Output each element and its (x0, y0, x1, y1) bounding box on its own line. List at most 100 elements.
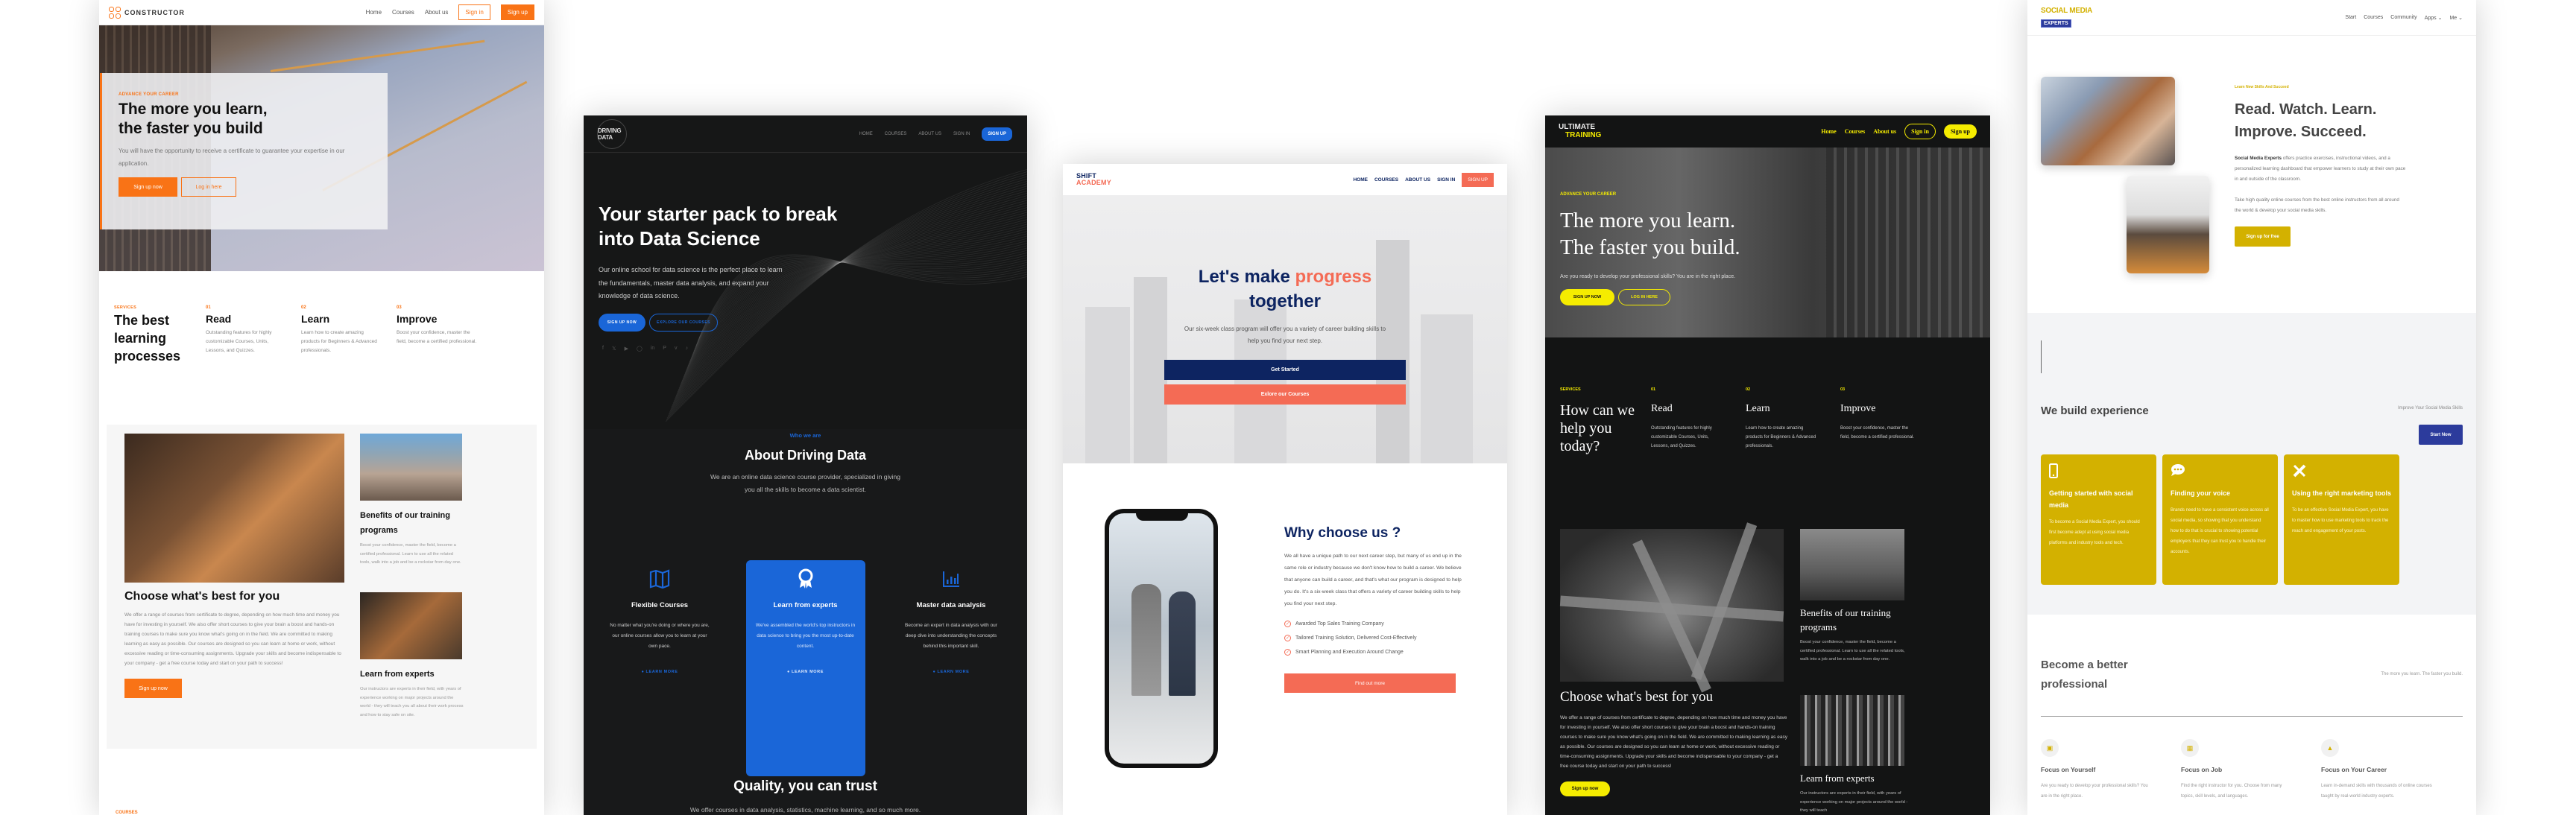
explore-courses-button[interactable]: EXPLORE OUR COURSES (649, 314, 718, 332)
brand-logo[interactable]: ULTIMATE TRAINING (1559, 123, 1601, 139)
sign-in-button[interactable]: Sign in (458, 4, 490, 20)
nav-courses[interactable]: Courses (392, 9, 414, 16)
brand-logo[interactable]: DRIVING DATA (597, 118, 627, 149)
learn-more-link[interactable]: ● LEARN MORE (600, 670, 719, 674)
features-row: Flexible Courses No matter what you're d… (600, 560, 1011, 776)
nav-menu: Start Courses Community Apps ⌄ Me ⌄ (2345, 15, 2463, 21)
sign-up-now-button[interactable]: Sign up now (1560, 781, 1610, 796)
log-in-here-button[interactable]: LOG IN HERE (1618, 289, 1670, 305)
brand-logo[interactable]: SOCIAL MEDIA EXPERTS (2041, 7, 2092, 28)
instagram-icon[interactable]: ◯ (637, 346, 643, 352)
sign-in-button[interactable]: Sign in (1904, 123, 1936, 139)
nav-home[interactable]: Home (366, 9, 382, 16)
nav-sign-in[interactable]: SIGN IN (953, 132, 970, 136)
navbar: CONSTRUCTOR Home Courses About us Sign i… (99, 0, 544, 25)
sign-up-now-button[interactable]: Sign up now (119, 177, 177, 197)
constructor-template-preview[interactable]: CONSTRUCTOR Home Courses About us Sign i… (99, 0, 544, 815)
nav-about-us[interactable]: About us (1873, 128, 1896, 135)
check-circle-icon: ✓ (1284, 649, 1291, 656)
social-media-experts-template-preview[interactable]: SOCIAL MEDIA EXPERTS Start Courses Commu… (2027, 0, 2476, 815)
start-now-button[interactable]: Start Now (2419, 425, 2463, 445)
brand-logo[interactable]: SHIFT ACADEMY (1076, 173, 1111, 186)
benefits-block: Benefits of our training programs Boost … (1800, 606, 1908, 665)
experts-block: Learn from experts Our instructors are e… (1800, 771, 1908, 815)
pinterest-icon[interactable]: P (663, 346, 666, 352)
phone-mockup (1105, 509, 1218, 768)
choose-block: Choose what's best for you We offer a ra… (124, 590, 348, 698)
divider (2041, 716, 2463, 717)
twitter-icon[interactable]: 𝕏 (612, 346, 616, 352)
shift-academy-template-preview[interactable]: SHIFT ACADEMY HOME COURSES ABOUT US SIGN… (1063, 164, 1507, 815)
nav-courses[interactable]: Courses (1845, 128, 1866, 135)
courses-eyebrow: COURSES (116, 811, 138, 815)
road-shape (1632, 539, 1711, 693)
brand-line-2: EXPERTS (2041, 19, 2071, 28)
why-choose-us-section: Why choose us ? We all have a unique pat… (1284, 525, 1463, 693)
feature-card-active: Learn from experts We've assembled the w… (745, 560, 865, 776)
facebook-icon[interactable]: f (602, 346, 604, 352)
service-title: Read (1651, 403, 1673, 414)
learn-more-link[interactable]: ● LEARN MORE (746, 670, 865, 674)
nav-about-us[interactable]: About us (425, 9, 449, 16)
nav-start[interactable]: Start (2345, 15, 2356, 21)
experts-title: Learn from experts (360, 670, 435, 679)
nav-sign-in[interactable]: SIGN IN (1437, 177, 1455, 183)
choose-text: We offer a range of courses from certifi… (1560, 715, 1787, 769)
nav-courses[interactable]: COURSES (885, 132, 907, 136)
brand-line-2: TRAINING (1565, 131, 1602, 139)
focus-text: Are you ready to develop your profession… (2041, 784, 2148, 799)
sign-up-button[interactable]: Sign up (1943, 124, 1977, 139)
experience-card: Finding your voice Brands need to have a… (2162, 454, 2278, 585)
explore-courses-button[interactable]: Exlore our Courses (1164, 384, 1406, 405)
learn-more-link[interactable]: ● LEARN MORE (891, 670, 1011, 674)
nav-about-us[interactable]: ABOUT US (1405, 177, 1430, 183)
hero-title-part: Let's make (1198, 267, 1295, 287)
tiktok-icon[interactable]: ♪ (685, 346, 688, 352)
sign-up-button[interactable]: SIGN UP (982, 127, 1012, 141)
ultimate-training-template-preview[interactable]: ULTIMATE TRAINING Home Courses About us … (1545, 115, 1990, 815)
nav-community[interactable]: Community (2390, 15, 2416, 21)
nav-courses[interactable]: Courses (2364, 15, 2383, 21)
sign-up-button[interactable]: Sign up (500, 4, 534, 20)
sign-up-button[interactable]: SIGN UP (1462, 172, 1494, 187)
vimeo-icon[interactable]: v (675, 346, 678, 352)
log-in-here-button[interactable]: Log in here (181, 177, 236, 197)
sign-up-now-button[interactable]: SIGN UP NOW (1560, 289, 1614, 305)
hero-text: Our six-week class program will offer yo… (1184, 326, 1386, 344)
building-image (1826, 148, 1990, 337)
nav-about-us[interactable]: ABOUT US (918, 132, 941, 136)
chat-bubble-icon (2171, 463, 2270, 478)
feature-card: Flexible Courses No matter what you're d… (600, 560, 719, 776)
nav-home[interactable]: Home (1821, 128, 1836, 135)
service-improve: 03 Improve Boost your confidence, master… (1840, 387, 1935, 455)
card-title: Finding your voice (2171, 489, 2231, 497)
crane-image (270, 39, 485, 72)
nav-home[interactable]: HOME (859, 132, 873, 136)
service-title: Improve (1840, 403, 1876, 414)
brand-logo[interactable]: CONSTRUCTOR (109, 6, 185, 19)
service-text: Boost your confidence, master the field,… (397, 330, 477, 344)
sign-up-now-button[interactable]: Sign up now (124, 679, 182, 698)
nav-home[interactable]: HOME (1353, 177, 1368, 183)
benefit-item: ✓ Awarded Top Sales Training Company (1284, 621, 1463, 627)
sign-up-free-button[interactable]: Sign up for free (2235, 226, 2291, 247)
driving-data-template-preview[interactable]: DRIVING DATA HOME COURSES ABOUT US SIGN … (584, 115, 1027, 815)
find-out-more-button[interactable]: Find out more (1284, 673, 1456, 693)
person-figure (1169, 592, 1196, 696)
learn-more-label: LEARN MORE (792, 670, 824, 674)
youtube-icon[interactable]: ▶ (625, 346, 628, 352)
nav-me-dropdown[interactable]: Me ⌄ (2449, 15, 2463, 21)
benefits-block: Benefits of our training programs Boost … (360, 508, 464, 568)
feature-title: Master data analysis (916, 601, 986, 609)
focus-text: Learn in-demand skills with thousands of… (2321, 784, 2432, 799)
services-lead: SERVICES How can we help you today? (1560, 387, 1651, 455)
get-started-button[interactable]: Get Started (1164, 360, 1406, 380)
nav-apps-dropdown[interactable]: Apps ⌄ (2425, 15, 2443, 21)
linkedin-icon[interactable]: in (651, 346, 654, 352)
experience-subtitle: Improve Your Social Media Skills (2397, 406, 2463, 410)
benefit-item: ✓ Smart Planning and Execution Around Cha… (1284, 649, 1463, 656)
hero-buttons: SIGN UP NOW LOG IN HERE (1560, 289, 1670, 305)
nav-courses[interactable]: COURSES (1374, 177, 1398, 183)
sign-up-now-button[interactable]: SIGN UP NOW (599, 314, 645, 332)
design-tools-icon (2292, 463, 2391, 478)
